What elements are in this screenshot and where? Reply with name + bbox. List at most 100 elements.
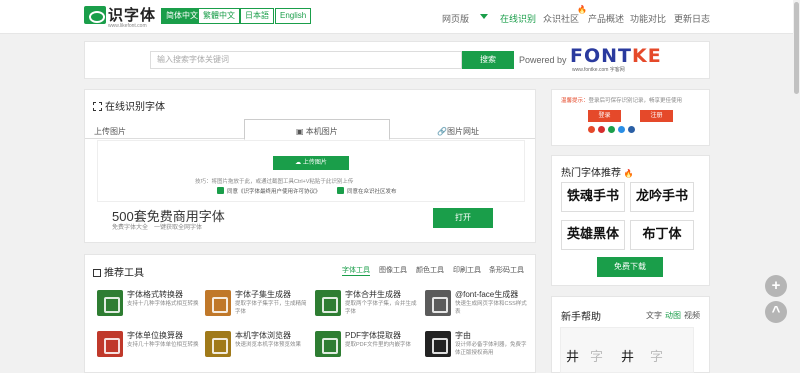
tools-title: 推荐工具 [93,264,144,279]
tool-font-face[interactable]: @font-face生成器 快速生成网页字体和CSS样式表 [425,289,530,321]
tool-font-converter[interactable]: 字体格式转换器 支持十几种字体格式相互转换 [97,289,202,321]
tool-title: PDF字体提取器 [345,331,401,340]
link-icon: 🔗 [437,127,447,136]
tool-desc: 提取字体子集字节，生成精简字体 [235,301,307,315]
tool-title: 本机字体浏览器 [235,331,291,340]
fontke-logo[interactable]: FONTKE [570,45,662,67]
pdf-icon [315,331,341,357]
ziyou-icon [425,331,451,357]
font-sample-3[interactable]: 英雄黑体 [561,220,625,250]
font-sample-4[interactable]: 布丁体 [630,220,694,250]
eye-logo-icon [84,6,106,24]
dropdown-triangle-icon[interactable] [480,14,488,19]
login-hint: 温馨提示：登录后可保存识别记录，畅享更佳使用 [561,98,683,104]
tool-unit-converter[interactable]: 字体单位换算器 支持几十种字体单位相互转换 [97,330,202,362]
tool-desc: 快速生成网页字体和CSS样式表 [455,301,527,315]
hot-flame-icon: 🔥 [623,169,634,178]
font-subset-icon [205,290,231,316]
alipay-icon[interactable] [618,126,625,133]
lang-english[interactable]: English [275,8,312,24]
tool-title: 字体格式转换器 [127,290,183,299]
nav-product-overview[interactable]: 产品概述 [588,12,624,25]
font-sample-2[interactable]: 龙吟手书 [630,182,694,212]
help-tab-text[interactable]: 文字 [646,310,662,321]
qq-icon[interactable] [588,126,595,133]
tab-color-tools[interactable]: 颜色工具 [416,265,444,275]
tool-title: 字体单位换算器 [127,331,183,340]
tool-desc: 支持十几种字体格式相互转换 [127,301,199,307]
powered-by-label: Powered by [519,55,567,65]
tab-image-tools[interactable]: 图像工具 [379,265,407,275]
agree-publish-label: 同意在众识社区发布 [347,189,397,195]
tool-ziyou[interactable]: 字由 设计师必备字体利器，免费字体正版授权商用 [425,330,530,362]
unit-converter-icon [97,331,123,357]
tool-title: @font-face生成器 [455,290,519,299]
font-browser-icon [205,331,231,357]
grid-icon [93,269,101,277]
upload-image-button[interactable]: ☁ 上传图片 [273,156,349,170]
nav-feature-compare[interactable]: 功能对比 [630,12,666,25]
cloud-upload-icon: ☁ [295,160,302,166]
image-icon: ▣ [296,127,304,136]
login-button[interactable]: 登录 [588,110,621,122]
back-to-top-button[interactable]: ^ [765,301,787,323]
fontke-logo-subtitle: www.fontke.com 字客网 [572,67,625,73]
register-button[interactable]: 注册 [640,110,673,122]
scrollbar-thumb[interactable] [794,2,799,94]
nav-changelog[interactable]: 更新日志 [674,12,710,25]
upload-tip: 技巧：将图片拖放于此，或通过截图工具Ctrl+V粘贴于此识别上传 [195,179,354,185]
promo-subtext: 免费字体大全 一键获取全网字体 [112,225,203,231]
help-char: 字 [650,350,664,365]
tab-font-tools[interactable]: 字体工具 [342,265,370,276]
hot-flame-icon: 🔥 [577,5,587,14]
font-face-icon [425,290,451,316]
tool-desc: 支持几十种字体单位相互转换 [127,342,199,348]
font-converter-icon [97,290,123,316]
agree-license-checkbox[interactable] [217,187,224,194]
agree-publish-checkbox[interactable] [337,187,344,194]
free-download-button[interactable]: 免费下载 [597,257,663,277]
tool-desc: 设计师必备字体利器，免费字体正版授权商用 [455,342,527,356]
tool-font-subset[interactable]: 字体子集生成器 提取字体子集字节，生成精简字体 [205,289,310,321]
hot-fonts-title: 热门字体推荐 🔥 [561,168,634,179]
page-scrollbar[interactable] [793,0,800,373]
agree-license-label: 同意《识字体最终用户使用许可协议》 [227,189,321,195]
tool-desc: 快速浏览本机字体预览效果 [235,342,302,348]
search-input[interactable]: 输入搜索字体关键词 [150,51,462,69]
tab-image-url[interactable]: 🔗图片网址 [437,126,479,137]
help-tab-video[interactable]: 视频 [684,310,700,321]
tab-local-image[interactable]: ▣ 本机图片 [296,126,338,137]
tab-upload-image[interactable]: 上传图片 [94,126,126,137]
tab-print-tools[interactable]: 印刷工具 [453,265,481,275]
tool-desc: 提取PDF文件里的内嵌字体 [345,342,412,348]
lang-traditional-chinese[interactable]: 繁體中文 [198,8,240,24]
site-logo[interactable]: 识字体 www.likefont.com [84,4,156,30]
tool-title: 字体合并生成器 [345,290,401,299]
help-tab-gif[interactable]: 动图 [665,310,681,321]
nav-online-recognize[interactable]: 在线识别 [500,12,536,25]
tool-font-merge[interactable]: 字体合并生成器 提取两个字体子集，合并生成字体 [315,289,420,321]
open-button[interactable]: 打开 [433,208,493,228]
font-sample-1[interactable]: 铁魂手书 [561,182,625,212]
tool-desc: 提取两个字体子集，合并生成字体 [345,301,417,315]
font-merge-icon [315,290,341,316]
nav-community[interactable]: 众识社区 [543,12,579,25]
help-char: 井 [621,350,635,365]
wechat-icon[interactable] [608,126,615,133]
lang-simplified-chinese[interactable]: 简体中文 [161,8,203,24]
nav-web-version[interactable]: 网页版 [442,12,469,25]
help-char: 字 [590,350,604,365]
facebook-icon[interactable] [628,126,635,133]
tab-barcode-tools[interactable]: 条形码工具 [489,265,524,275]
recognize-title: 在线识别字体 [93,98,165,113]
weibo-icon[interactable] [598,126,605,133]
search-button[interactable]: 搜索 [462,51,514,69]
tool-pdf-font-extractor[interactable]: PDF字体提取器 提取PDF文件里的内嵌字体 [315,330,420,362]
tool-title: 字体子集生成器 [235,290,291,299]
logo-subtitle: www.likefont.com [108,23,147,29]
lang-japanese[interactable]: 日本語 [240,8,274,24]
float-plus-button[interactable]: + [765,275,787,297]
top-navigation-bar: 识字体 www.likefont.com 简体中文 繁體中文 日本語 Engli… [0,0,800,34]
tool-local-font-browser[interactable]: 本机字体浏览器 快速浏览本机字体预览效果 [205,330,310,362]
tool-title: 字由 [455,331,471,340]
